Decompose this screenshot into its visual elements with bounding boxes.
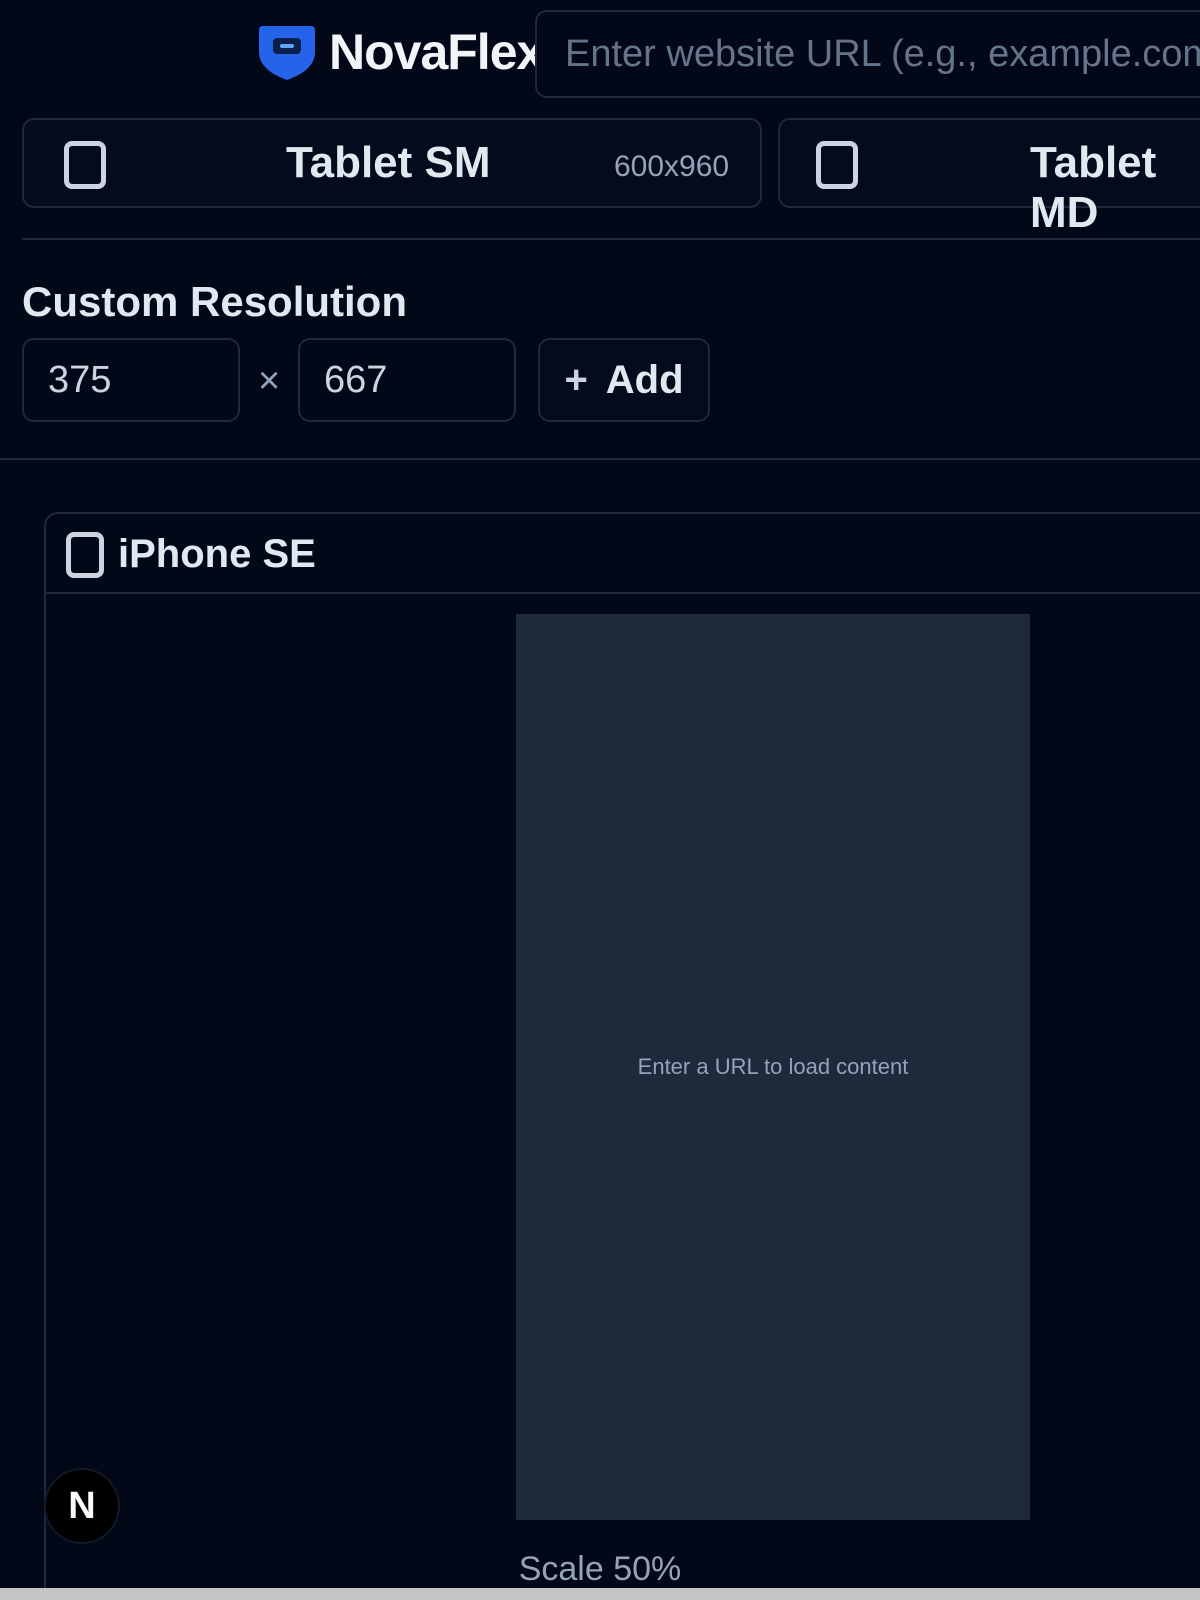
- phone-icon: [66, 532, 104, 578]
- app-root: NovaFlex Tablet SM 600x960 Tablet MD Cus…: [0, 0, 1200, 1600]
- preset-tablet-sm[interactable]: Tablet SM 600x960: [22, 118, 762, 208]
- device-preview-panel: iPhone SE Enter a URL to load content Sc…: [44, 512, 1200, 1600]
- times-separator: ×: [258, 360, 281, 402]
- next-badge-button[interactable]: N: [44, 1468, 120, 1544]
- device-preview-header: iPhone SE: [46, 514, 1200, 594]
- tablet-icon: [816, 141, 858, 189]
- add-label: Add: [605, 357, 684, 402]
- url-input[interactable]: [535, 10, 1200, 98]
- width-input[interactable]: [22, 338, 240, 422]
- divider: [0, 458, 1200, 460]
- preset-resolution: 600x960: [614, 150, 730, 183]
- device-name: iPhone SE: [118, 532, 316, 576]
- brand-name: NovaFlex: [329, 24, 544, 80]
- preset-name: Tablet MD: [1030, 138, 1157, 237]
- logo-icon: [259, 26, 315, 80]
- viewport-hint: Enter a URL to load content: [637, 1054, 909, 1079]
- brand[interactable]: NovaFlex: [255, 22, 544, 82]
- add-resolution-button[interactable]: + Add: [538, 338, 710, 422]
- custom-resolution-title: Custom Resolution: [22, 278, 407, 325]
- header: NovaFlex: [0, 0, 1200, 110]
- height-input[interactable]: [298, 338, 516, 422]
- divider: [22, 238, 1200, 240]
- plus-icon: +: [564, 357, 588, 402]
- bottom-bar: [0, 1588, 1200, 1600]
- preset-name: Tablet SM: [286, 138, 491, 187]
- tablet-icon: [64, 141, 106, 189]
- device-viewport[interactable]: Enter a URL to load content: [516, 614, 1030, 1520]
- preset-tablet-md[interactable]: Tablet MD: [778, 118, 1200, 237]
- scale-label: Scale 50%: [518, 1550, 682, 1588]
